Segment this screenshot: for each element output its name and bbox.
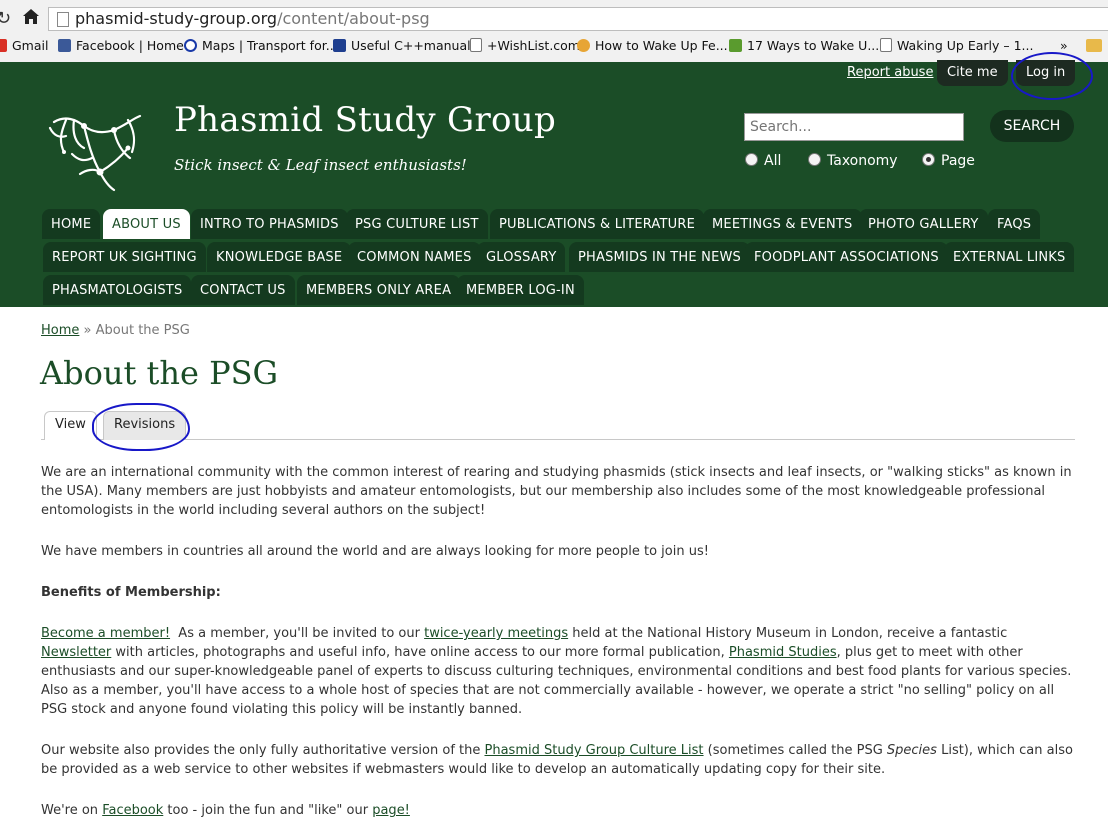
annotation-circle-login <box>1011 52 1093 100</box>
become-member-link[interactable]: Become a member! <box>41 626 170 641</box>
radio-dot-selected <box>922 153 935 166</box>
newsletter-link[interactable]: Newsletter <box>41 645 111 660</box>
facebook-paragraph: We're on Facebook too - join the fun and… <box>41 803 410 818</box>
breadcrumb-current: About the PSG <box>95 323 190 338</box>
home-icon[interactable] <box>22 8 40 30</box>
culture-list-link[interactable]: Phasmid Study Group Culture List <box>485 743 704 758</box>
radio-taxonomy[interactable]: Taxonomy <box>808 153 898 169</box>
nav-phasmids-in-the-news[interactable]: PHASMIDS IN THE NEWS <box>569 242 751 272</box>
nav-contact-us[interactable]: CONTACT US <box>191 275 295 305</box>
facebook-page-link[interactable]: page! <box>372 803 410 818</box>
cite-me-button[interactable]: Cite me <box>937 60 1008 86</box>
url-path: /content/about-psg <box>277 9 430 28</box>
meetings-link[interactable]: twice-yearly meetings <box>424 626 568 641</box>
browser-chrome: ↻ phasmid-study-group.org/content/about-… <box>0 0 1108 63</box>
breadcrumb-separator: » <box>83 323 92 338</box>
reload-icon[interactable]: ↻ <box>0 8 11 29</box>
nav-publications[interactable]: PUBLICATIONS & LITERATURE <box>490 209 705 239</box>
bookmarks-more[interactable]: » <box>1060 38 1068 53</box>
members-paragraph: We have members in countries all around … <box>41 544 709 559</box>
bookmark-gmail[interactable]: Gmail <box>0 38 48 53</box>
facebook-icon <box>58 39 71 52</box>
culture-list-paragraph: Our website also provides the only fully… <box>41 743 1073 777</box>
report-abuse-link[interactable]: Report abuse <box>847 65 933 80</box>
nav-member-log-in[interactable]: MEMBER LOG-IN <box>457 275 584 305</box>
tfl-icon <box>184 39 197 52</box>
benefits-heading: Benefits of Membership: <box>41 585 221 600</box>
site-name[interactable]: Phasmid Study Group <box>174 100 556 140</box>
page-title: About the PSG <box>40 354 279 392</box>
bookmark-cpp[interactable]: Useful C++manual <box>333 38 471 53</box>
bookmark-wake-up-3[interactable]: Waking Up Early – 1... <box>880 38 1033 53</box>
bookmarks-bar: Gmail Facebook | Home Maps | Transport f… <box>0 36 1108 58</box>
search-button[interactable]: SEARCH <box>990 110 1074 142</box>
nav-foodplant-associations[interactable]: FOODPLANT ASSOCIATIONS <box>745 242 948 272</box>
breadcrumb: Home » About the PSG <box>41 323 190 338</box>
nav-about-us[interactable]: ABOUT US <box>103 209 190 239</box>
site-slogan: Stick insect & Leaf insect enthusiasts! <box>174 156 467 174</box>
address-row: ↻ phasmid-study-group.org/content/about-… <box>0 4 1108 32</box>
address-bar[interactable]: phasmid-study-group.org/content/about-ps… <box>48 7 1108 31</box>
facebook-link[interactable]: Facebook <box>102 803 163 818</box>
nav-common-names[interactable]: COMMON NAMES <box>348 242 481 272</box>
tab-view[interactable]: View <box>44 411 97 440</box>
page-icon <box>57 12 69 27</box>
audio-icon <box>577 39 590 52</box>
nav-report-uk-sighting[interactable]: REPORT UK SIGHTING <box>43 242 206 272</box>
nav-glossary[interactable]: GLOSSARY <box>477 242 566 272</box>
annotation-circle-revisions <box>92 403 190 451</box>
nav-faqs[interactable]: FAQS <box>988 209 1041 239</box>
nav-intro-to-phasmids[interactable]: INTRO TO PHASMIDS <box>191 209 348 239</box>
radio-all[interactable]: All <box>745 153 781 169</box>
bookmark-maps[interactable]: Maps | Transport for... <box>184 38 338 53</box>
folder-icon[interactable] <box>1086 38 1107 53</box>
nav-external-links[interactable]: EXTERNAL LINKS <box>944 242 1075 272</box>
radio-dot <box>808 153 821 166</box>
nav-home[interactable]: HOME <box>42 209 101 239</box>
intro-paragraph: We are an international community with t… <box>41 465 1072 518</box>
url-domain: phasmid-study-group.org <box>75 9 278 28</box>
radio-page[interactable]: Page <box>922 153 975 169</box>
bookmark-wishlist[interactable]: +WishList.com <box>470 38 580 53</box>
tabs-divider <box>41 439 1075 440</box>
nav-members-only-area[interactable]: MEMBERS ONLY AREA <box>297 275 461 305</box>
bookmark-wake-up-2[interactable]: 17 Ways to Wake U... <box>729 38 879 53</box>
bookmark-wake-up-1[interactable]: How to Wake Up Fe... <box>577 38 728 53</box>
phasmid-studies-link[interactable]: Phasmid Studies <box>729 645 837 660</box>
nav-phasmatologists[interactable]: PHASMATOLOGISTS <box>43 275 192 305</box>
site-header: Report abuse Cite me Log in Phasmid Stud… <box>0 52 1108 307</box>
nav-meetings-events[interactable]: MEETINGS & EVENTS <box>703 209 862 239</box>
nav-psg-culture-list[interactable]: PSG CULTURE LIST <box>346 209 488 239</box>
breadcrumb-home-link[interactable]: Home <box>41 323 79 338</box>
benefits-paragraph: Become a member! As a member, you'll be … <box>41 626 1080 717</box>
ibm-icon <box>333 39 346 52</box>
stick-insect-logo <box>48 114 142 192</box>
bookmark-facebook[interactable]: Facebook | Home <box>58 38 184 53</box>
nav-photo-gallery[interactable]: PHOTO GALLERY <box>859 209 988 239</box>
bookmark-logo-icon <box>729 39 742 52</box>
search-input[interactable] <box>744 113 964 141</box>
page-icon <box>880 38 892 52</box>
radio-dot <box>745 153 758 166</box>
gmail-icon <box>0 39 7 52</box>
page-icon <box>470 38 482 52</box>
nav-knowledge-base[interactable]: KNOWLEDGE BASE <box>207 242 352 272</box>
